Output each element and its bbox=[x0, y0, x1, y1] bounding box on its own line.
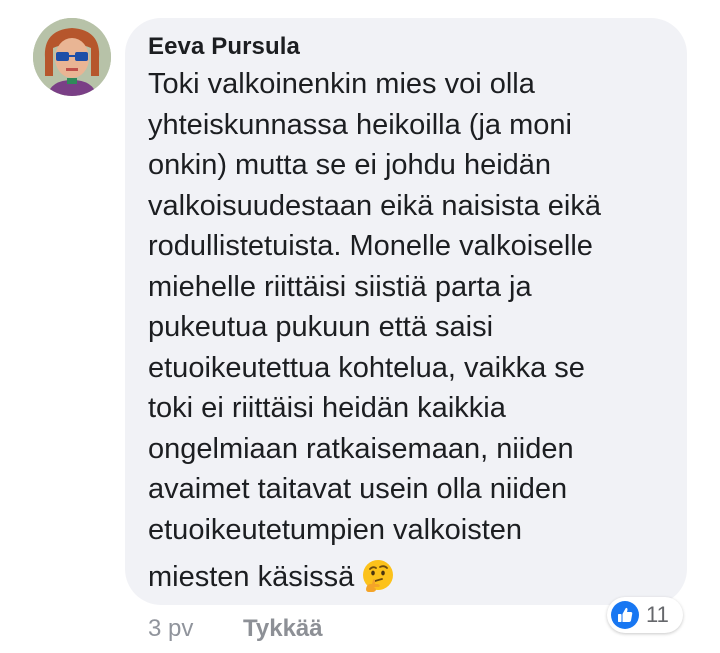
comment-line: valkoisuudestaan eikä naisista eikä bbox=[148, 189, 601, 222]
comment-line: avaimet taitavat usein olla niiden bbox=[148, 473, 568, 505]
thumbs-up-icon bbox=[611, 601, 639, 629]
comment-timestamp[interactable]: 3 pv bbox=[148, 615, 193, 643]
thinking-face-icon bbox=[363, 560, 394, 592]
like-button[interactable]: Tykkää bbox=[243, 615, 323, 643]
comment-last-line: miesten käsissä bbox=[148, 550, 668, 598]
comment-text: Toki valkoinenkin mies voi olla yhteisku… bbox=[148, 64, 668, 598]
comment-line: yhteiskunnassa heikoilla (ja moni bbox=[148, 108, 572, 141]
comment-line: Toki valkoinenkin mies voi olla bbox=[148, 68, 535, 100]
comment-line: rodullistetuista. Monelle valkoiselle bbox=[148, 230, 593, 262]
comment-line: pukeutua pukuun että saisi bbox=[148, 311, 494, 343]
reaction-count: 11 bbox=[646, 602, 669, 627]
comment-line: toki ei riittäisi heidän kaikkia bbox=[148, 392, 506, 424]
avatar[interactable] bbox=[33, 18, 111, 96]
comment-line: miehelle riittäisi siistiä parta ja bbox=[148, 270, 532, 303]
comment-line: ongelmiaan ratkaisemaan, niiden bbox=[148, 432, 574, 465]
avatar-image bbox=[33, 18, 111, 96]
comment-line: etuoikeutettua kohtelua, vaikka se bbox=[148, 351, 585, 384]
comment-author[interactable]: Eeva Pursula bbox=[148, 33, 300, 61]
comment-line: miesten käsissä bbox=[148, 561, 355, 593]
comment-line: etuoikeutetumpien valkoisten bbox=[148, 513, 523, 546]
reaction-summary[interactable]: 11 bbox=[607, 597, 683, 633]
comment-line: onkin) mutta se ei johdu heidän bbox=[148, 149, 552, 181]
